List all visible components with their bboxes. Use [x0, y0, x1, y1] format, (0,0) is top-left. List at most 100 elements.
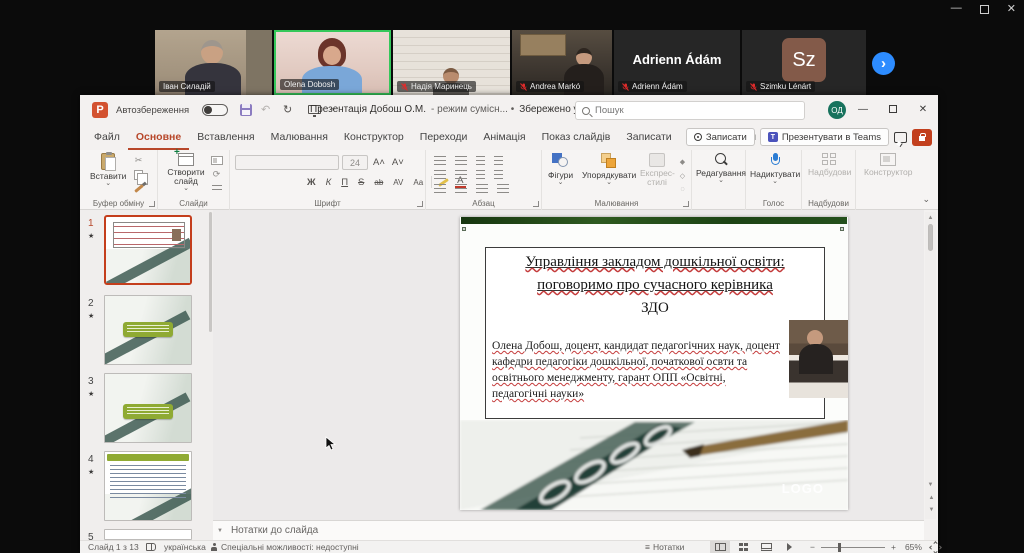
align-right-icon[interactable] [476, 184, 488, 193]
undo-button[interactable]: ↶ [261, 103, 270, 116]
zoom-level[interactable]: 65% [905, 542, 922, 552]
comments-button[interactable] [894, 132, 907, 143]
increase-indent-icon[interactable] [455, 170, 467, 179]
arrange-button[interactable]: Упорядкувати ⌄ [582, 153, 636, 186]
video-tile-szimku[interactable]: Sz Szimku Lénárt [742, 30, 866, 95]
line-spacing-icon[interactable] [494, 156, 503, 165]
slide-text-box[interactable]: Управління закладом дошкільної освіти: п… [485, 247, 825, 419]
align-left-icon[interactable] [434, 184, 446, 193]
font-name-dropdown[interactable] [235, 155, 339, 170]
scroll-up-icon[interactable]: ▲ [925, 215, 936, 222]
text-shadow-button[interactable]: ab [372, 178, 385, 187]
video-tile-adrienn[interactable]: Adrienn Ádám Adrienn Ádám [614, 30, 740, 95]
increase-font-button[interactable]: A˄ [371, 157, 387, 168]
accessibility-button[interactable]: Спеціальні можливості: недоступні [210, 541, 359, 553]
next-participants-button[interactable]: › [872, 52, 895, 75]
notes-splitter-icon[interactable]: ▼ [217, 528, 223, 534]
search-input[interactable] [595, 105, 798, 116]
ppt-restore-button[interactable] [878, 95, 908, 123]
bullets-icon[interactable] [434, 156, 446, 165]
ppt-minimize-button[interactable]: — [848, 95, 878, 123]
slide-thumbnail-4[interactable] [104, 451, 192, 521]
strikethrough-button[interactable]: S [356, 177, 366, 188]
fit-slide-button[interactable] [929, 541, 942, 553]
dictate-button[interactable]: Надиктувати ⌄ [750, 153, 800, 185]
text-direction-icon[interactable] [494, 170, 503, 179]
autosave-toggle[interactable] [202, 104, 228, 116]
zoom-slider[interactable] [821, 547, 885, 548]
numbering-icon[interactable] [455, 156, 467, 165]
video-tile-ivan[interactable]: Іван Силадій [155, 30, 272, 95]
previous-slide-button[interactable]: ▲ [925, 495, 936, 502]
shape-effects-icon[interactable]: ◌ [676, 184, 689, 195]
editor-scrollbar[interactable]: ▲ ▼ ▲ ▼ [925, 212, 936, 519]
redo-button[interactable]: ↻ [283, 103, 292, 116]
zoom-close-button[interactable]: ✕ [1007, 2, 1016, 15]
underline-button[interactable]: П [339, 177, 350, 188]
tab-slideshow[interactable]: Показ слайдів [534, 127, 619, 150]
editing-button[interactable]: Редагування ⌄ [696, 153, 746, 184]
tab-record[interactable]: Записати [618, 127, 679, 150]
quick-styles-button[interactable]: Експрес-стилі [640, 153, 674, 187]
decrease-indent-icon[interactable] [434, 170, 446, 179]
cut-button[interactable]: ✂ [132, 155, 145, 166]
next-slide-button[interactable]: ▼ [925, 507, 936, 514]
format-painter-button[interactable] [132, 183, 145, 194]
shape-fill-icon[interactable]: ◆ [676, 156, 689, 167]
spellcheck-button[interactable] [146, 541, 156, 553]
video-tile-andrea[interactable]: Andrea Markó [512, 30, 612, 95]
normal-view-button[interactable] [710, 541, 730, 553]
indent-icon[interactable] [476, 156, 485, 165]
reset-slide-button[interactable]: ⟳ [210, 169, 223, 180]
shape-outline-icon[interactable]: ◇ [676, 170, 689, 181]
change-case-button[interactable]: Aa [411, 178, 425, 187]
tab-draw[interactable]: Малювання [263, 127, 336, 150]
slide-canvas[interactable]: Управління закладом дошкільної освіти: п… [460, 217, 848, 510]
tab-design[interactable]: Конструктор [336, 127, 412, 150]
slide-thumbnail-1[interactable] [104, 215, 192, 285]
present-in-teams-button[interactable]: TПрезентувати в Teams [760, 128, 889, 146]
selection-handle[interactable] [840, 227, 844, 231]
bold-button[interactable]: Ж [305, 177, 318, 188]
slide-layout-button[interactable] [210, 155, 223, 166]
notes-toggle-button[interactable]: ≡ Нотатки [645, 541, 684, 553]
search-box[interactable] [575, 101, 805, 120]
zoom-in-button[interactable]: + [891, 542, 896, 552]
dialog-launcher-icon[interactable] [417, 201, 423, 207]
tab-file[interactable]: Файл [86, 127, 128, 150]
align-center-icon[interactable] [455, 184, 467, 193]
slide-top-bar-shape[interactable] [461, 217, 847, 224]
zoom-minimize-button[interactable]: — [951, 2, 962, 15]
paste-button[interactable]: Вставити ⌄ [90, 153, 126, 187]
shapes-button[interactable]: Фігури ⌄ [548, 153, 573, 186]
slide-sorter-view-button[interactable] [733, 541, 753, 553]
share-button[interactable] [912, 129, 932, 146]
zoom-restore-button[interactable] [980, 5, 989, 14]
notes-bar[interactable]: ▼ Нотатки до слайда [213, 520, 924, 540]
video-tile-olena-active-speaker[interactable]: Olena Dobosh [274, 30, 391, 95]
designer-button[interactable]: Конструктор [864, 153, 912, 177]
user-avatar[interactable]: ОД [828, 101, 846, 119]
font-size-dropdown[interactable]: 24 [342, 155, 368, 170]
section-button[interactable] [210, 183, 223, 194]
zoom-out-button[interactable]: − [810, 542, 815, 552]
addins-button[interactable]: Надбудови [808, 153, 851, 177]
scrollbar-thumb[interactable] [928, 224, 933, 251]
copy-button[interactable] [132, 169, 145, 180]
author-photo[interactable] [789, 320, 848, 398]
reading-view-button[interactable] [756, 541, 776, 553]
selection-handle[interactable] [462, 227, 466, 231]
dialog-launcher-icon[interactable] [149, 201, 155, 207]
record-button[interactable]: Записати [686, 128, 755, 146]
scroll-down-icon[interactable]: ▼ [925, 482, 936, 489]
ppt-close-button[interactable]: ✕ [908, 95, 938, 123]
tab-transitions[interactable]: Переходи [412, 127, 476, 150]
thumbnail-scrollbar[interactable] [209, 212, 212, 332]
slide-thumbnail-5[interactable] [104, 529, 192, 540]
language-button[interactable]: українська [164, 541, 206, 553]
zoom-slider-thumb[interactable] [838, 543, 841, 552]
new-slide-button[interactable]: Створити слайд ⌄ [164, 153, 208, 192]
save-icon[interactable] [240, 104, 252, 116]
dialog-launcher-icon[interactable] [683, 201, 689, 207]
collapse-ribbon-button[interactable]: ⌄ [922, 194, 930, 205]
